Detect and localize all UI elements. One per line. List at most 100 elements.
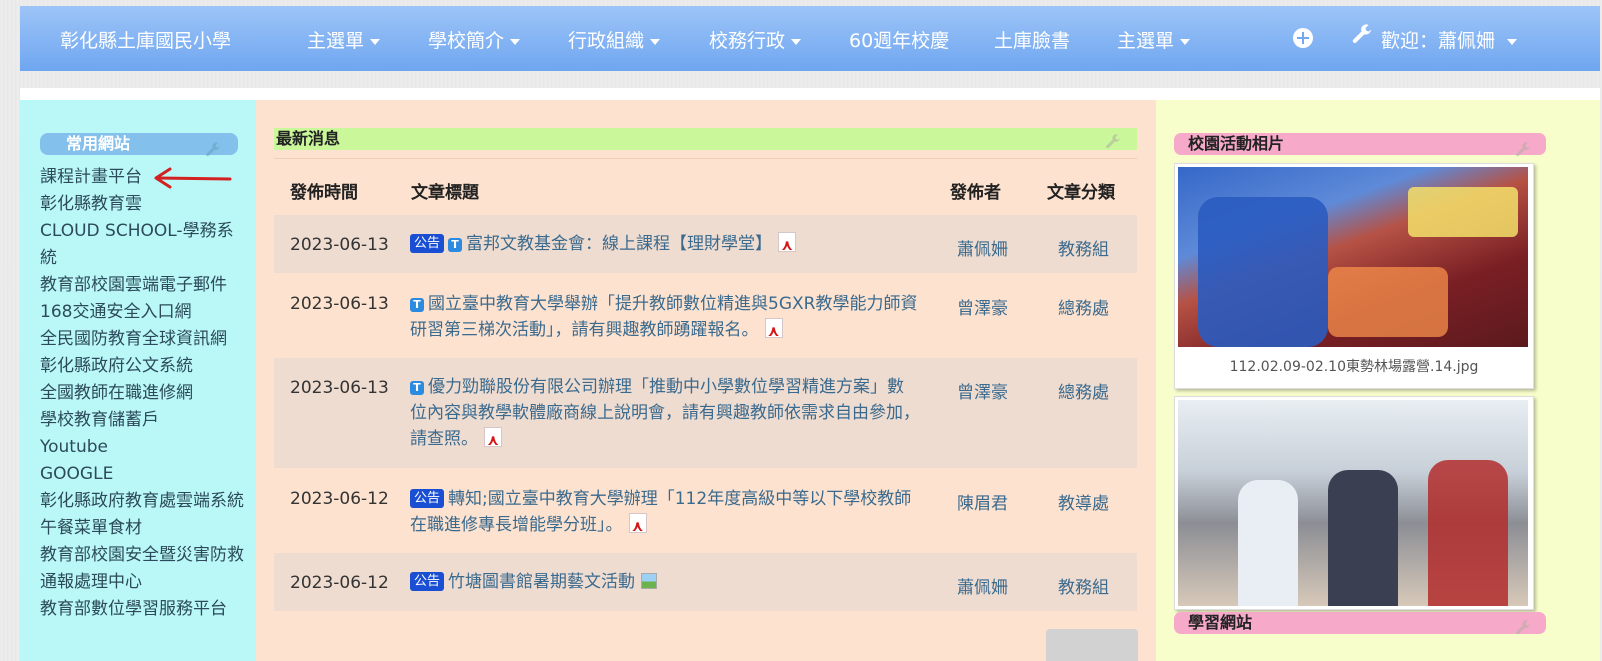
table-row: 2023-06-13 T 國立臺中教育大學舉辦「提升教師數位精進與5GXR教學能力… (274, 275, 1137, 357)
header-spacer (20, 88, 1600, 100)
site-link[interactable]: 午餐菜單食材 (40, 515, 245, 542)
site-link[interactable]: 教育部數位學習服務平台 (40, 596, 245, 623)
news-date: 2023-06-12 (290, 573, 389, 593)
nav-anniversary[interactable]: 60週年校慶 (849, 26, 949, 53)
site-link[interactable]: 學校教育儲蓄戶 (40, 407, 245, 434)
table-row: 2023-06-12 公告 竹塘圖書館暑期藝文活動 蕭佩姍 教務組 (274, 553, 1137, 611)
caret-down-icon (1507, 38, 1518, 45)
news-title-text: 國立臺中教育大學舉辦「提升教師數位精進與5GXR教學能力師資研習第三梯次活動」，… (410, 294, 918, 340)
announcement-badge: 公告 (410, 489, 445, 508)
news-title-text: 轉知;國立臺中教育大學辦理「112年度高級中等以下學校教師在職進修專長增能學分班… (410, 489, 912, 535)
photo-block-title: 校園活動相片 (1174, 133, 1546, 155)
news-author[interactable]: 蕭佩姍 (957, 573, 1008, 598)
news-date: 2023-06-13 (290, 378, 389, 398)
nav-label: 行政組織 (568, 30, 645, 52)
nav-label: 主選單 (307, 30, 365, 52)
nav-label: 主選單 (1117, 30, 1175, 52)
nav-label: 校務行政 (709, 30, 786, 52)
user-welcome-menu[interactable]: 歡迎：蕭佩姍 (1381, 26, 1518, 53)
right-sidebar: 校園活動相片 112.02.09-02.10東勢林場露營.14.jpg 學習網站 (1156, 100, 1600, 661)
site-link[interactable]: 教育部校園雲端電子郵件 (40, 272, 245, 299)
col-header-category: 文章分類 (1047, 183, 1115, 203)
text-type-icon: T (448, 238, 463, 252)
nav-admin-org[interactable]: 行政組織 (568, 26, 661, 53)
news-panel: 最新消息 發佈時間 文章標題 發佈者 文章分類 2023-06-13 公告 T 富邦… (256, 100, 1156, 661)
news-title-link[interactable]: 公告 T 富邦文教基金會：線上課程【理財學堂】 (410, 231, 920, 258)
col-header-date: 發佈時間 (290, 183, 358, 203)
news-author[interactable]: 曾澤豪 (957, 294, 1008, 319)
photo-caption: 112.02.09-02.10東勢林場露營.14.jpg (1229, 359, 1479, 375)
nav-main-menu[interactable]: 主選單 (307, 26, 381, 53)
site-link[interactable]: 彰化縣政府公文系統 (40, 353, 245, 380)
top-navbar: 彰化縣土庫國民小學 主選單 學校簡介 行政組織 校務行政 60週年校慶 土庫臉書… (20, 6, 1600, 71)
text-type-icon: T (410, 381, 424, 395)
news-category[interactable]: 總務處 (1058, 294, 1109, 319)
campus-activity-photo[interactable] (1178, 167, 1528, 347)
pdf-icon[interactable] (764, 318, 783, 344)
image-icon[interactable] (641, 573, 658, 589)
nav-label: 土庫臉書 (994, 30, 1071, 52)
news-title-link[interactable]: T 國立臺中教育大學舉辦「提升教師數位精進與5GXR教學能力師資研習第三梯次活動」… (410, 291, 920, 344)
welcome-label: 歡迎：蕭佩姍 (1381, 30, 1496, 52)
news-category[interactable]: 教務組 (1058, 573, 1109, 598)
news-author[interactable]: 陳眉君 (957, 489, 1008, 514)
nav-label: 學校簡介 (428, 30, 505, 52)
site-link[interactable]: 彰化縣政府教育處雲端系統 (40, 488, 245, 515)
site-link[interactable]: 全民國防教育全球資訊網 (40, 326, 245, 353)
col-header-title: 文章標題 (411, 183, 479, 203)
announcement-badge: 公告 (410, 572, 445, 591)
site-link[interactable]: CLOUD SCHOOL-學務系統 (40, 218, 245, 272)
news-author[interactable]: 曾澤豪 (957, 378, 1008, 403)
nav-main-menu-2[interactable]: 主選單 (1117, 26, 1191, 53)
news-date: 2023-06-13 (290, 294, 389, 314)
news-title-text: 竹塘圖書館暑期藝文活動 (448, 572, 636, 592)
site-link[interactable]: 彰化縣教育雲 (40, 191, 245, 218)
news-title-text: 富邦文教基金會：線上課程【理財學堂】 (466, 234, 773, 254)
latest-news-title: 最新消息 (274, 128, 1137, 150)
campus-activity-photo[interactable] (1178, 400, 1528, 606)
nav-school-intro[interactable]: 學校簡介 (428, 26, 521, 53)
caret-down-icon (370, 38, 381, 45)
nav-school-affairs[interactable]: 校務行政 (709, 26, 802, 53)
site-link[interactable]: Youtube (40, 434, 245, 461)
site-brand[interactable]: 彰化縣土庫國民小學 (60, 26, 231, 53)
common-sites-list: 課程計畫平台 彰化縣教育雲 CLOUD SCHOOL-學務系統 教育部校園雲端電… (40, 164, 245, 623)
photo-card[interactable]: 112.02.09-02.10東勢林場露營.14.jpg (1174, 163, 1534, 389)
caret-down-icon (510, 38, 521, 45)
wrench-icon[interactable] (1350, 24, 1374, 48)
news-title-link[interactable]: 公告 竹塘圖書館暑期藝文活動 (410, 569, 920, 595)
news-author[interactable]: 蕭佩姍 (957, 235, 1008, 260)
pdf-icon[interactable] (628, 513, 647, 539)
news-category[interactable]: 教務組 (1058, 235, 1109, 260)
news-category[interactable]: 總務處 (1058, 378, 1109, 403)
site-link[interactable]: 教育部校園安全暨災害防救通報處理中心 (40, 542, 245, 596)
text-type-icon: T (410, 298, 424, 312)
add-icon[interactable] (1293, 28, 1313, 48)
news-date: 2023-06-12 (290, 489, 389, 509)
table-row: 2023-06-13 公告T富邦文教基金會：線上課程【理財學堂】 蕭佩姍 教務組 (274, 215, 1137, 273)
nav-facebook[interactable]: 土庫臉書 (994, 26, 1070, 53)
left-sidebar: 常用網站 課程計畫平台 彰化縣教育雲 CLOUD SCHOOL-學務系統 教育部… (20, 100, 256, 661)
site-link[interactable]: 168交通安全入口網 (40, 299, 245, 326)
learning-sites-title: 學習網站 (1174, 612, 1546, 634)
wrench-icon[interactable] (1104, 134, 1122, 152)
photo-card[interactable] (1174, 396, 1534, 610)
more-news-button[interactable] (1046, 629, 1138, 661)
wrench-icon[interactable] (1514, 620, 1532, 638)
news-category[interactable]: 教導處 (1058, 489, 1109, 514)
divider (274, 158, 1137, 159)
site-link[interactable]: 全國教師在職進修網 (40, 380, 245, 407)
news-title-link[interactable]: 公告 轉知;國立臺中教育大學辦理「112年度高級中等以下學校教師在職進修專長增能學… (410, 486, 920, 539)
wrench-icon[interactable] (204, 142, 222, 160)
site-link[interactable]: GOOGLE (40, 461, 245, 488)
pdf-icon[interactable] (778, 232, 797, 258)
caret-down-icon (791, 38, 802, 45)
wrench-icon[interactable] (1514, 142, 1532, 160)
caret-down-icon (1180, 38, 1191, 45)
pdf-icon[interactable] (484, 427, 502, 453)
news-title-link[interactable]: T 優力勁聯股份有限公司辦理「推動中小學數位學習精進方案」數位內容與教學軟體廠商線… (410, 374, 920, 453)
red-arrow-annotation (154, 167, 232, 189)
announcement-badge: 公告 (410, 234, 445, 253)
news-date: 2023-06-13 (290, 235, 389, 255)
col-header-author: 發佈者 (950, 183, 1001, 203)
